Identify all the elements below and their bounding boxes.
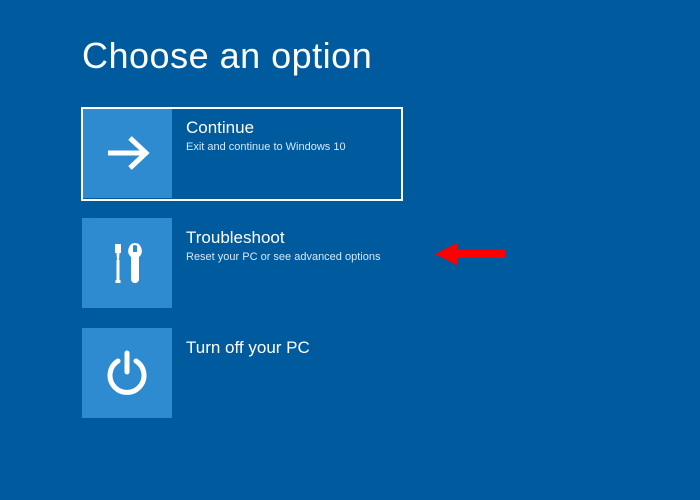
tools-icon (82, 218, 172, 308)
option-text: Continue Exit and continue to Windows 10 (172, 108, 346, 154)
page-title: Choose an option (82, 35, 372, 77)
option-title: Continue (186, 118, 346, 138)
option-continue[interactable]: Continue Exit and continue to Windows 10 (82, 108, 402, 200)
annotation-arrow-icon (435, 239, 505, 269)
option-troubleshoot[interactable]: Troubleshoot Reset your PC or see advanc… (82, 218, 402, 310)
arrow-right-icon (82, 108, 172, 198)
option-text: Turn off your PC (172, 328, 310, 360)
option-subtitle: Exit and continue to Windows 10 (186, 140, 346, 154)
option-title: Turn off your PC (186, 338, 310, 358)
option-subtitle: Reset your PC or see advanced options (186, 250, 380, 264)
option-title: Troubleshoot (186, 228, 380, 248)
options-list: Continue Exit and continue to Windows 10 (82, 108, 402, 420)
power-icon (82, 328, 172, 418)
option-text: Troubleshoot Reset your PC or see advanc… (172, 218, 380, 264)
option-turn-off[interactable]: Turn off your PC (82, 328, 402, 420)
